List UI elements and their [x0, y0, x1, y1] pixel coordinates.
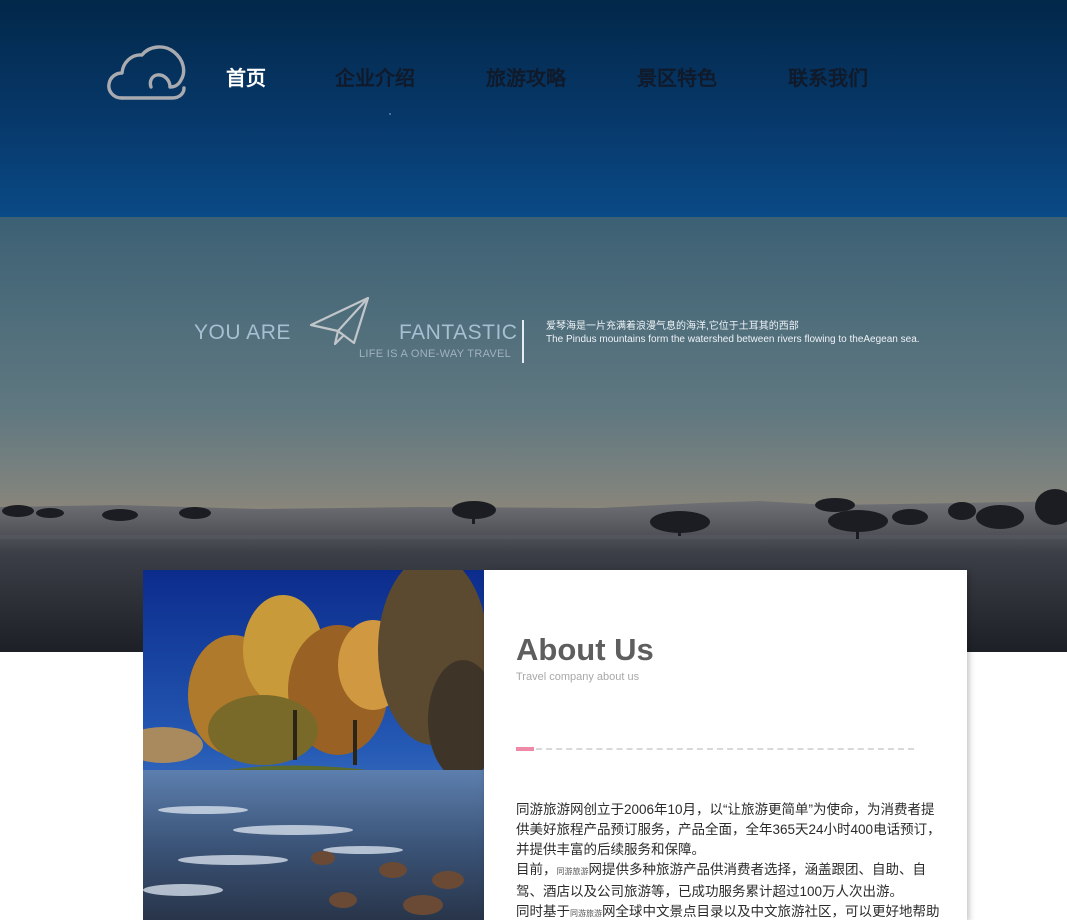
hero-divider: [522, 320, 524, 363]
hero-desc-en: The Pindus mountains form the watershed …: [546, 334, 920, 345]
about-paragraph-2: 目前，同游旅游网提供多种旅游产品供消费者选择，涵盖跟团、自助、自驾、酒店以及公司…: [516, 860, 948, 902]
nav-item-guide[interactable]: 旅游攻略: [486, 62, 566, 96]
about-photo: [143, 570, 484, 920]
hero-desc-cn: 爱琴海是一片充满着浪漫气息的海洋,它位于土耳其的西部: [546, 321, 799, 332]
nav-item-scenic[interactable]: 景区特色: [637, 62, 717, 96]
nav-item-company[interactable]: 企业介绍: [335, 62, 415, 96]
nav-item-home[interactable]: 首页: [226, 62, 266, 96]
autumn-river-image: [143, 570, 484, 920]
about-card: About Us Travel company about us 同游旅游网创立…: [484, 570, 967, 920]
nav-indicator-dot: [389, 113, 391, 115]
hero-tagline-left: YOU ARE: [194, 321, 291, 344]
paper-plane-icon: [309, 296, 370, 346]
top-header: 首页 企业介绍 旅游攻略 景区特色 联系我们: [0, 0, 1067, 217]
nav-item-contact[interactable]: 联系我们: [788, 62, 868, 96]
hero-tagline-right: FANTASTIC: [399, 321, 518, 344]
about-paragraph-1: 同游旅游网创立于2006年10月，以“让旅游更简单”为使命，为消费者提供美好旅程…: [516, 802, 941, 857]
about-title: About Us: [516, 632, 654, 667]
about-paragraph-3: 同时基于同游旅游网全球中文景点目录以及中文旅游社区，可以更好地帮助游: [516, 902, 948, 920]
main-nav: 首页 企业介绍 旅游攻略 景区特色 联系我们: [0, 62, 1067, 98]
about-text: 同游旅游网创立于2006年10月，以“让旅游更简单”为使命，为消费者提供美好旅程…: [516, 800, 948, 920]
about-divider: [516, 748, 914, 750]
about-p3-start: 同时基于: [516, 904, 570, 919]
about-p2-mini: 同游旅游: [556, 867, 589, 876]
hero-tagline-sub: LIFE IS A ONE-WAY TRAVEL: [359, 348, 512, 360]
about-subtitle: Travel company about us: [516, 671, 640, 683]
about-p3-mini: 同游旅游: [570, 909, 602, 918]
hero-description: 爱琴海是一片充满着浪漫气息的海洋,它位于土耳其的西部 The Pindus mo…: [546, 320, 931, 346]
about-divider-accent: [516, 747, 534, 751]
about-p2-start: 目前，: [516, 862, 557, 877]
